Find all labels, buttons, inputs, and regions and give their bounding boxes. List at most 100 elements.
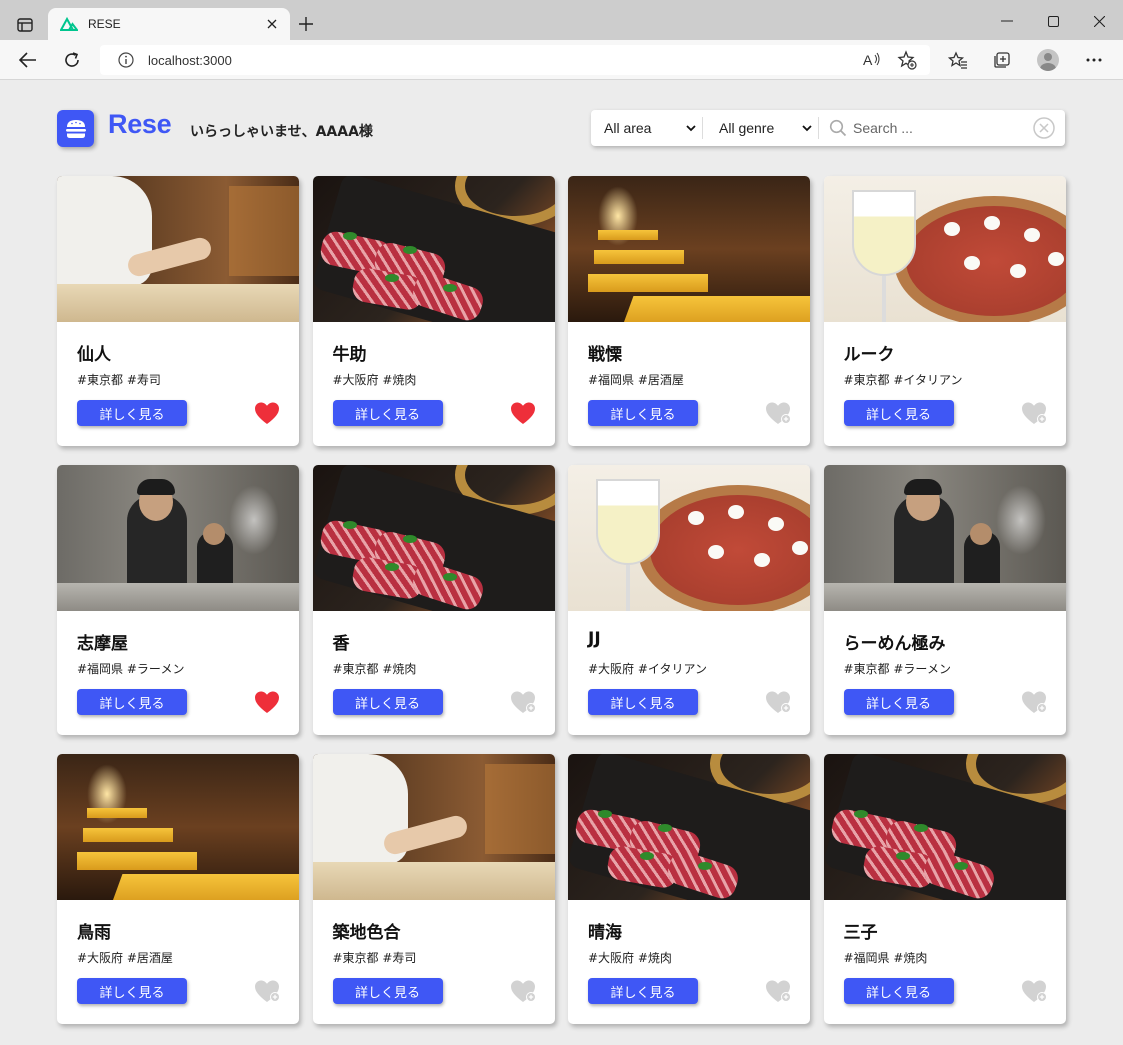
new-tab-icon[interactable] (294, 12, 318, 36)
shop-photo (823, 176, 1066, 322)
refresh-icon[interactable] (58, 46, 86, 74)
svg-text:A: A (863, 52, 873, 68)
details-button[interactable]: 詳しく見る (588, 689, 698, 715)
shop-card-12: 三子 #福岡県 #焼肉 詳しく見る (823, 754, 1066, 1024)
shop-card-1: 仙人 #東京都 #寿司 詳しく見る (57, 176, 299, 446)
favorite-heart-filled-icon[interactable] (253, 400, 281, 426)
shop-photo (568, 176, 810, 322)
nuxt-favicon-icon (60, 16, 78, 31)
shop-name: 三子 (843, 923, 878, 943)
details-button[interactable]: 詳しく見る (588, 978, 698, 1004)
search-box (819, 110, 1065, 146)
shop-photo (568, 465, 810, 611)
read-aloud-icon[interactable]: A (858, 46, 886, 74)
url-bar[interactable]: localhost:3000 (100, 45, 930, 75)
hamburger-logo-icon[interactable] (57, 110, 94, 147)
shop-name: 香 (332, 634, 350, 654)
avatar-icon (1037, 49, 1059, 71)
shop-name: 仙人 (77, 345, 111, 365)
shop-card-2: 牛助 #大阪府 #焼肉 詳しく見る (312, 176, 555, 446)
shop-photo (312, 465, 555, 611)
details-button[interactable]: 詳しく見る (77, 978, 187, 1004)
shop-tags: #大阪府 #イタリアン (588, 662, 707, 676)
chevron-down-icon (686, 125, 696, 132)
favorite-heart-add-icon[interactable] (764, 400, 792, 426)
details-button[interactable]: 詳しく見る (332, 400, 443, 426)
details-button[interactable]: 詳しく見る (843, 978, 954, 1004)
back-icon[interactable] (14, 46, 42, 74)
favorite-heart-add-icon[interactable] (1020, 978, 1048, 1004)
window-close-icon[interactable] (1084, 8, 1114, 34)
shop-name: 築地色合 (332, 923, 401, 943)
shop-tags: #大阪府 #焼肉 (588, 951, 672, 965)
shop-card-9: 鳥雨 #大阪府 #居酒屋 詳しく見る (57, 754, 299, 1024)
shop-name: 晴海 (588, 923, 622, 943)
shop-photo (823, 465, 1066, 611)
shop-card-10: 築地色合 #東京都 #寿司 詳しく見る (312, 754, 555, 1024)
shop-name: らーめん極み (843, 634, 946, 654)
browser-tab-strip: RESE (0, 0, 1123, 40)
maximize-icon[interactable] (1038, 8, 1068, 34)
search-icon (829, 119, 847, 137)
shop-card-4: ルーク #東京都 #イタリアン 詳しく見る (823, 176, 1066, 446)
minimize-icon[interactable] (992, 8, 1022, 34)
favorite-heart-add-icon[interactable] (253, 978, 281, 1004)
clear-search-icon[interactable] (1033, 117, 1055, 139)
details-button[interactable]: 詳しく見る (77, 689, 187, 715)
browser-tab-active[interactable]: RESE (48, 8, 290, 40)
details-button[interactable]: 詳しく見る (843, 400, 954, 426)
shop-tags: #東京都 #焼肉 (332, 662, 417, 676)
details-button[interactable]: 詳しく見る (588, 400, 698, 426)
shop-card-8: らーめん極み #東京都 #ラーメン 詳しく見る (823, 465, 1066, 735)
more-menu-icon[interactable] (1080, 46, 1108, 74)
shop-name: 鳥雨 (77, 923, 111, 943)
area-select-value: All area (604, 120, 652, 136)
details-button[interactable]: 詳しく見る (843, 689, 954, 715)
info-icon[interactable] (118, 52, 134, 68)
shop-photo (57, 465, 299, 611)
shop-photo (312, 176, 555, 322)
profile-avatar[interactable] (1034, 46, 1062, 74)
shop-card-5: 志摩屋 #福岡県 #ラーメン 詳しく見る (57, 465, 299, 735)
details-button[interactable]: 詳しく見る (332, 689, 443, 715)
favorite-heart-filled-icon[interactable] (253, 689, 281, 715)
shop-photo (312, 754, 555, 900)
shop-tags: #大阪府 #焼肉 (332, 373, 417, 387)
tab-close-icon[interactable] (264, 16, 280, 32)
favorites-icon[interactable] (944, 46, 972, 74)
genre-select-value: All genre (719, 120, 775, 136)
shop-card-7: JJ #大阪府 #イタリアン 詳しく見る (568, 465, 810, 735)
shop-tags: #福岡県 #ラーメン (77, 662, 185, 676)
shop-name: 志摩屋 (77, 634, 128, 654)
shop-photo (823, 754, 1066, 900)
greeting-text: いらっしゃいませ、AAAA様 (190, 124, 373, 140)
shop-name: 牛助 (332, 345, 367, 365)
tab-actions-icon[interactable] (10, 10, 40, 40)
shop-photo (57, 176, 299, 322)
shop-tags: #福岡県 #居酒屋 (588, 373, 684, 387)
favorite-heart-add-icon[interactable] (509, 978, 537, 1004)
favorite-heart-add-icon[interactable] (1020, 689, 1048, 715)
details-button[interactable]: 詳しく見る (332, 978, 443, 1004)
add-favorite-icon[interactable] (893, 46, 921, 74)
collections-icon[interactable] (988, 46, 1016, 74)
favorite-heart-filled-icon[interactable] (509, 400, 537, 426)
shop-name: ルーク (843, 345, 895, 365)
favorite-heart-add-icon[interactable] (764, 689, 792, 715)
brand-title[interactable]: Rese (108, 109, 172, 140)
shop-name: JJ (588, 629, 601, 649)
shop-tags: #東京都 #寿司 (77, 373, 161, 387)
favorite-heart-add-icon[interactable] (509, 689, 537, 715)
genre-select[interactable]: All genre (703, 117, 819, 139)
shop-name: 戦慄 (588, 345, 622, 365)
area-select[interactable]: All area (591, 117, 703, 139)
url-text: localhost:3000 (148, 52, 232, 68)
details-button[interactable]: 詳しく見る (77, 400, 187, 426)
shop-tags: #東京都 #イタリアン (843, 373, 963, 387)
shop-card-6: 香 #東京都 #焼肉 詳しく見る (312, 465, 555, 735)
shop-card-grid: 仙人 #東京都 #寿司 詳しく見る 牛助 #大阪府 #焼肉 詳しく見る 戦慄 #… (57, 176, 1066, 1024)
shop-card-3: 戦慄 #福岡県 #居酒屋 詳しく見る (568, 176, 810, 446)
favorite-heart-add-icon[interactable] (1020, 400, 1048, 426)
search-input[interactable] (853, 120, 1023, 136)
favorite-heart-add-icon[interactable] (764, 978, 792, 1004)
